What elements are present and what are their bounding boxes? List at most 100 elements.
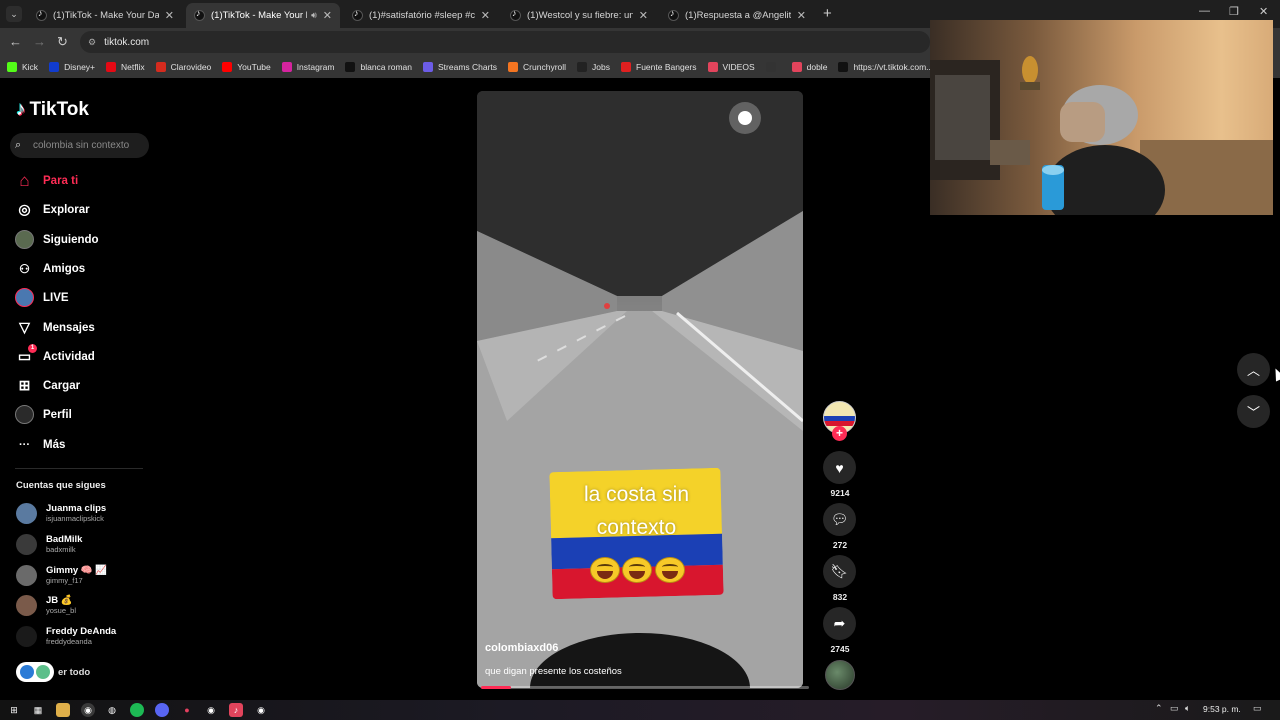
bookmark-item[interactable]: Netflix <box>106 62 145 72</box>
reload-icon[interactable]: ↻ <box>57 34 68 50</box>
new-tab-icon[interactable]: + <box>823 5 832 22</box>
nav-item-live[interactable]: LIVE <box>15 288 69 307</box>
nav-item-actividad[interactable]: ▭ 1 Actividad <box>15 344 95 366</box>
sidebar-divider <box>15 468 143 469</box>
follow-button[interactable]: + <box>832 426 847 441</box>
browser-tab-active[interactable]: (1)TikTok - Make Your Day 🔊︎ ✕ <box>186 3 340 28</box>
forward-icon[interactable]: → <box>33 34 46 49</box>
bookmark-item[interactable]: Instagram <box>281 62 334 72</box>
restore-icon[interactable]: ❐ <box>1229 5 1239 18</box>
minimize-icon[interactable]: — <box>1199 5 1210 17</box>
video-overlay-text: la costa sin contexto <box>583 483 690 539</box>
notifications-icon[interactable]: ▭ <box>1253 703 1262 714</box>
back-icon[interactable]: ← <box>9 34 22 49</box>
bookmark-label: Kick <box>22 62 39 72</box>
discord-icon[interactable] <box>155 703 169 717</box>
close-tab-icon[interactable]: ✕ <box>797 9 806 22</box>
close-tab-icon[interactable]: ✕ <box>165 9 174 22</box>
url-field[interactable]: ⚙ tiktok.com <box>80 31 930 53</box>
video-username[interactable]: colombiaxd06 <box>485 642 558 654</box>
bookmark-item[interactable]: Streams Charts <box>423 62 497 72</box>
bookmark-label: Clarovideo <box>170 62 212 72</box>
browser-tab[interactable]: (1)#satisfatório #sleep #chilltok ✕ <box>344 3 498 28</box>
bookmark-label: Jobs <box>592 62 611 72</box>
clock[interactable]: 9:53 p. m. <box>1203 704 1241 714</box>
bookmark-item[interactable]: Kick <box>7 62 38 72</box>
comment-button[interactable]: 💬︎ <box>823 503 856 536</box>
tab-title: (1)#satisfatório #sleep #chilltok <box>369 10 475 21</box>
bookmark-item[interactable]: Clarovideo <box>155 62 212 72</box>
see-all-link[interactable]: er todo <box>16 662 90 682</box>
nav-item-para-ti[interactable]: ⌂ Para ti <box>15 171 78 190</box>
logo-text: TikTok <box>29 99 89 120</box>
close-tab-icon[interactable]: ✕ <box>639 9 648 22</box>
heart-icon: ♥ <box>835 459 844 476</box>
start-menu-icon[interactable]: ⊞ <box>7 703 21 717</box>
bookmark-favicon-icon <box>155 62 166 72</box>
save-count: 832 <box>832 592 848 602</box>
save-button[interactable]: 🔖︎ <box>823 555 856 588</box>
search-input[interactable]: ⌕ colombia sin contexto <box>10 133 149 158</box>
account-name: BadMilk <box>46 534 83 545</box>
bookmark-item[interactable]: Crunchyroll <box>508 62 566 72</box>
nav-item-perfil[interactable]: Perfil <box>15 405 72 424</box>
sound-disc-avatar[interactable] <box>825 660 855 690</box>
site-info-icon[interactable]: ⚙ <box>88 37 96 48</box>
spotify-icon[interactable] <box>130 703 144 717</box>
browser-tab[interactable]: (1)Respuesta a @Angelito | Tik ✕ <box>660 3 814 28</box>
bookmark-item[interactable]: VIDEOS <box>707 62 755 72</box>
following-account[interactable]: Juanma clips isjuanmaclipskick <box>16 503 106 524</box>
app-icon[interactable]: ● <box>180 703 194 717</box>
browser-tab[interactable]: (1)TikTok - Make Your Day ✕ <box>28 3 182 28</box>
bookmark-item[interactable]: https://vt.tiktok.com... <box>838 62 933 72</box>
bookmark-item[interactable]: Fuente Bangers <box>621 62 697 72</box>
chrome-profile-icon[interactable]: ◉ <box>204 703 218 717</box>
obs-icon[interactable]: ◍ <box>105 703 119 717</box>
nav-item-siguiendo[interactable]: Siguiendo <box>15 230 99 249</box>
nav-item-mensajes[interactable]: ▽ Mensajes <box>15 318 95 337</box>
network-icon[interactable]: ▭ <box>1170 703 1179 714</box>
chrome-alt-icon[interactable]: ◉ <box>254 703 268 717</box>
like-button[interactable]: ♥ <box>823 451 856 484</box>
file-explorer-icon[interactable] <box>56 703 70 717</box>
tab-search-button[interactable]: ⌄ <box>6 6 22 22</box>
nav-item-mas[interactable]: ··· Más <box>15 435 65 454</box>
video-player[interactable] <box>477 91 803 688</box>
tray-overflow-icon[interactable]: ⌃ <box>1155 703 1163 714</box>
capcut-icon[interactable]: ♪ <box>229 703 243 717</box>
bookmark-item[interactable]: doble <box>791 62 827 72</box>
bookmark-item[interactable]: Disney+ <box>49 62 95 72</box>
video-progress-bar[interactable] <box>481 686 809 689</box>
widgets-icon[interactable]: ▦ <box>31 703 45 717</box>
close-tab-icon[interactable]: ✕ <box>323 9 332 22</box>
volume-icon[interactable]: 🔈︎ <box>1185 703 1190 714</box>
following-account[interactable]: JB 💰 yosue_bl <box>16 595 76 616</box>
close-tab-icon[interactable]: ✕ <box>481 9 490 22</box>
nav-item-amigos[interactable]: ⚇ Amigos <box>15 259 85 278</box>
bookmark-favicon-icon <box>281 62 292 72</box>
bookmark-item[interactable]: YouTube <box>222 62 271 72</box>
speaker-icon[interactable]: 🔊︎ <box>311 10 317 21</box>
tiktok-favicon-icon <box>668 8 679 21</box>
chrome-icon[interactable]: ◉ <box>81 703 95 717</box>
search-placeholder: colombia sin contexto <box>33 140 130 151</box>
bookmark-label: https://vt.tiktok.com... <box>853 62 934 72</box>
tab-title: (1)Westcol y su fiebre: un mom <box>527 10 633 21</box>
tiktok-logo[interactable]: ♪ TikTok <box>16 99 89 121</box>
tiktok-note-icon: ♪ <box>16 99 26 120</box>
video-description: que digan presente los costeños <box>485 666 622 677</box>
bookmark-item[interactable] <box>765 62 781 72</box>
nav-item-explorar[interactable]: ◎ Explorar <box>15 200 89 219</box>
tab-title: (1)TikTok - Make Your Day <box>53 10 159 21</box>
following-account[interactable]: Freddy DeAnda freddydeanda <box>16 626 116 647</box>
following-account[interactable]: Gimmy 🧠 📈 gimmy_f17 <box>16 565 107 586</box>
nav-item-cargar[interactable]: ⊞ Cargar <box>15 376 80 395</box>
window-close-icon[interactable]: ✕ <box>1259 5 1268 18</box>
share-button[interactable]: ➦ <box>823 607 856 640</box>
bookmark-item[interactable]: Jobs <box>577 62 610 72</box>
following-account[interactable]: BadMilk badxmilk <box>16 534 82 555</box>
browser-tab[interactable]: (1)Westcol y su fiebre: un mom ✕ <box>502 3 656 28</box>
previous-video-button[interactable]: ︿ <box>1237 353 1270 386</box>
bookmark-item[interactable]: blanca roman <box>345 62 412 72</box>
next-video-button[interactable]: ﹀ <box>1237 395 1270 428</box>
